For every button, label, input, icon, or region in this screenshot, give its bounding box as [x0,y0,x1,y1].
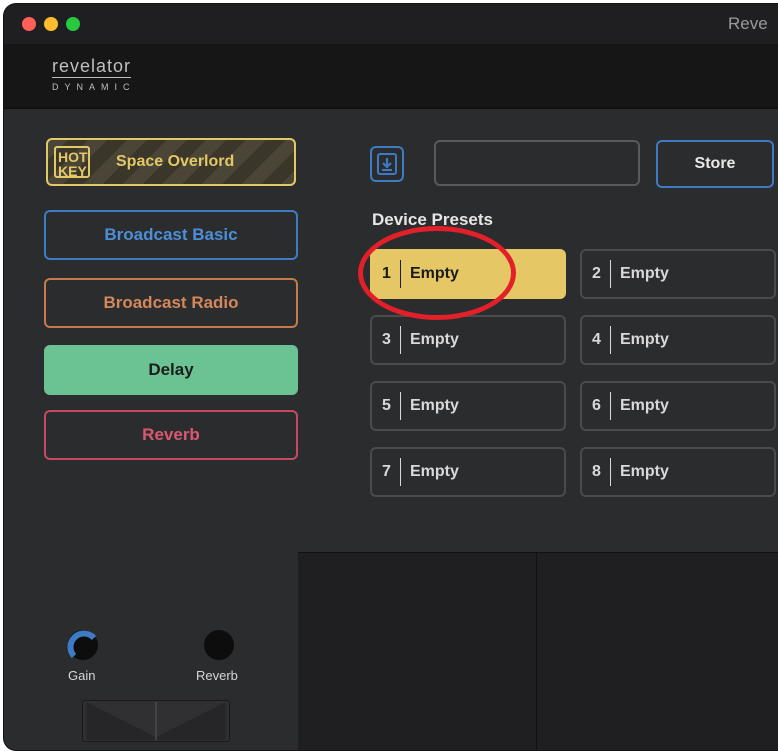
device-preset-slot-3[interactable]: 3 Empty [370,315,566,365]
slot-label: Empty [620,265,669,282]
preset-broadcast-basic-button[interactable]: Broadcast Basic [44,210,298,260]
hotkey-preset-name: Space Overlord [116,153,235,170]
slot-label: Empty [410,331,459,348]
device-preset-slot-6[interactable]: 6 Empty [580,381,776,431]
zoom-window-button[interactable] [66,17,80,31]
app-window: Reve revelator DYNAMIC HOT KEY Space Ove… [4,4,778,750]
slot-divider [610,392,611,420]
app-header: revelator DYNAMIC [4,44,778,109]
slot-divider [400,326,401,354]
slot-number: 2 [592,265,601,282]
import-preset-button[interactable] [370,146,404,182]
slot-divider [400,458,401,486]
slot-label: Empty [620,463,669,480]
device-preset-slot-7[interactable]: 7 Empty [370,447,566,497]
hotkey-preset-button[interactable]: HOT KEY Space Overlord [46,138,296,186]
download-icon [377,153,397,175]
preset-reverb-button[interactable]: Reverb [44,410,298,460]
device-preset-slot-4[interactable]: 4 Empty [580,315,776,365]
device-preset-slot-1[interactable]: 1 Empty [370,249,566,299]
device-preset-slot-2[interactable]: 2 Empty [580,249,776,299]
gain-knob[interactable] [66,628,100,662]
preset-broadcast-radio-button[interactable]: Broadcast Radio [44,278,298,328]
device-preset-slot-5[interactable]: 5 Empty [370,381,566,431]
logo-dynamic: DYNAMIC [52,82,136,92]
slot-number: 8 [592,463,601,480]
store-button[interactable]: Store [656,140,774,188]
slot-number: 3 [382,331,391,348]
logo-revelator: revelator [52,56,132,78]
slot-number: 6 [592,397,601,414]
hotkey-badge: HOT KEY [54,146,90,178]
gain-label: Gain [68,668,96,683]
close-window-button[interactable] [22,17,36,31]
reverb-knob[interactable] [202,628,236,662]
slot-divider [400,260,401,288]
title-bar: Reve [4,4,778,44]
slot-divider [610,260,611,288]
lower-panel-divider [536,552,537,750]
slot-label: Empty [410,265,459,282]
minimize-window-button[interactable] [44,17,58,31]
slot-number: 1 [382,265,391,282]
slot-label: Empty [620,397,669,414]
preset-name-input[interactable] [434,140,640,186]
slot-divider [610,458,611,486]
slot-label: Empty [410,463,459,480]
slot-divider [400,392,401,420]
reverb-label: Reverb [196,668,238,683]
slot-number: 5 [382,397,391,414]
mix-fader[interactable] [82,700,230,742]
device-preset-slot-8[interactable]: 8 Empty [580,447,776,497]
slot-divider [610,326,611,354]
preset-delay-button[interactable]: Delay [44,345,298,395]
slot-number: 4 [592,331,601,348]
lower-panel [298,552,778,750]
device-presets-heading: Device Presets [372,210,493,229]
slot-label: Empty [620,331,669,348]
slot-label: Empty [410,397,459,414]
window-title: Reve [728,14,768,33]
slot-number: 7 [382,463,391,480]
